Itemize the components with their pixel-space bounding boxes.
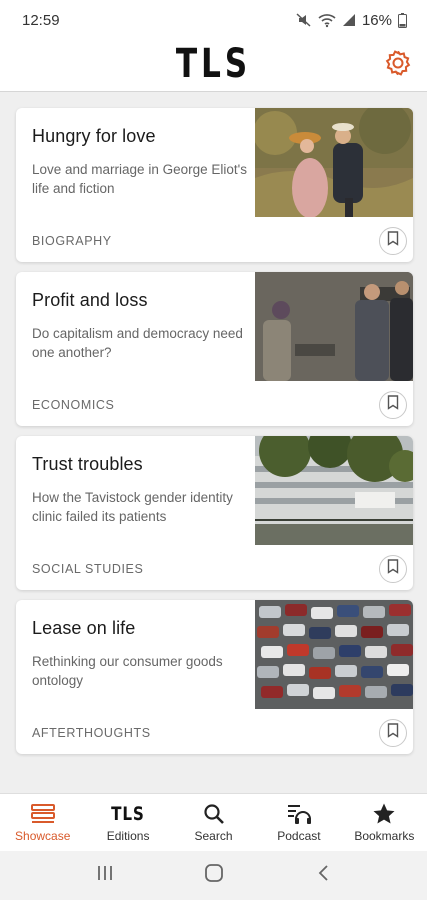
- nav-bookmarks[interactable]: Bookmarks: [342, 794, 427, 851]
- article-title[interactable]: Profit and loss: [32, 290, 254, 311]
- signal-icon: [342, 13, 356, 27]
- article-category: AFTERTHOUGHTS: [32, 726, 151, 740]
- tls-logo: TLS: [175, 41, 252, 87]
- article-category: BIOGRAPHY: [32, 234, 112, 248]
- bookmark-button[interactable]: [379, 719, 407, 747]
- nav-editions[interactable]: TLS Editions: [85, 794, 170, 851]
- gear-icon: [383, 48, 413, 83]
- bookmark-icon: [387, 231, 399, 251]
- back-button[interactable]: [303, 861, 343, 891]
- showcase-icon: [30, 801, 56, 827]
- recent-apps-button[interactable]: [85, 861, 125, 891]
- article-image[interactable]: [255, 108, 413, 217]
- battery-level: 16%: [361, 11, 392, 29]
- home-icon: [204, 863, 224, 888]
- status-icons: 16%: [296, 12, 407, 29]
- recent-apps-icon: [96, 865, 114, 886]
- podcast-icon: [286, 801, 312, 827]
- mute-icon: [296, 12, 312, 28]
- bookmark-button[interactable]: [379, 227, 407, 255]
- article-feed[interactable]: Hungry for love Love and marriage in Geo…: [0, 93, 427, 793]
- nav-showcase[interactable]: Showcase: [0, 794, 85, 851]
- nav-search[interactable]: Search: [171, 794, 256, 851]
- search-icon: [203, 801, 225, 827]
- app-header: TLS: [0, 40, 427, 92]
- article-subtitle: How the Tavistock gender identity clinic…: [32, 490, 233, 524]
- article-category: ECONOMICS: [32, 398, 115, 412]
- article-subtitle: Rethinking our consumer goods ontology: [32, 654, 223, 688]
- article-card[interactable]: Profit and loss Do capitalism and democr…: [16, 272, 413, 426]
- article-title[interactable]: Trust troubles: [32, 454, 254, 475]
- system-nav-bar: [0, 851, 427, 900]
- bookmark-icon: [387, 395, 399, 415]
- bottom-nav: Showcase TLS Editions Search Podcast Boo…: [0, 793, 427, 851]
- status-time: 12:59: [22, 11, 60, 29]
- article-title[interactable]: Lease on life: [32, 618, 254, 639]
- nav-label: Bookmarks: [354, 829, 415, 843]
- tls-icon: TLS: [107, 801, 149, 827]
- nav-podcast[interactable]: Podcast: [256, 794, 341, 851]
- back-icon: [317, 864, 329, 887]
- article-category: SOCIAL STUDIES: [32, 562, 144, 576]
- battery-icon: [398, 12, 407, 28]
- settings-button[interactable]: [381, 48, 415, 82]
- bookmark-button[interactable]: [379, 391, 407, 419]
- star-icon: [372, 801, 396, 827]
- bookmark-button[interactable]: [379, 555, 407, 583]
- editions-logo: TLS: [111, 803, 145, 825]
- article-card[interactable]: Hungry for love Love and marriage in Geo…: [16, 108, 413, 262]
- article-image[interactable]: [255, 436, 413, 545]
- status-bar: 12:59 16%: [0, 0, 427, 40]
- article-image[interactable]: [255, 600, 413, 709]
- article-image[interactable]: [255, 272, 413, 381]
- article-title[interactable]: Hungry for love: [32, 126, 254, 147]
- article-card[interactable]: Trust troubles How the Tavistock gender …: [16, 436, 413, 590]
- bookmark-icon: [387, 559, 399, 579]
- article-subtitle: Do capitalism and democracy need one ano…: [32, 326, 243, 360]
- nav-label: Showcase: [15, 829, 71, 843]
- article-subtitle: Love and marriage in George Eliot's life…: [32, 162, 247, 196]
- wifi-icon: [318, 12, 336, 28]
- home-button[interactable]: [194, 861, 234, 891]
- nav-label: Search: [194, 829, 233, 843]
- bookmark-icon: [387, 723, 399, 743]
- nav-label: Podcast: [277, 829, 321, 843]
- nav-label: Editions: [106, 829, 150, 843]
- article-card[interactable]: Lease on life Rethinking our consumer go…: [16, 600, 413, 754]
